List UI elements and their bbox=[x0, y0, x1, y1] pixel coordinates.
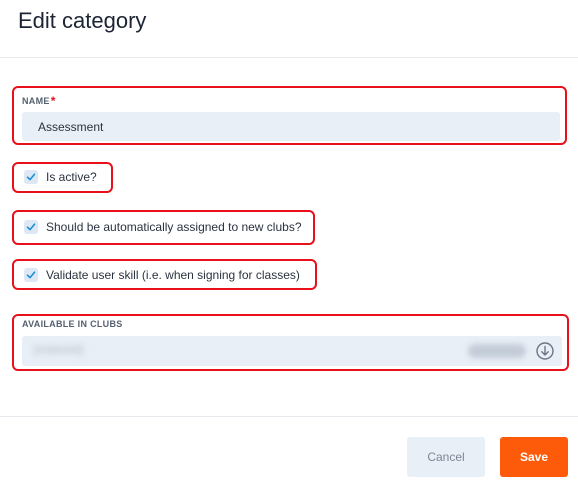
auto-assign-checkbox-row[interactable]: Should be automatically assigned to new … bbox=[24, 218, 302, 236]
check-icon bbox=[26, 271, 36, 279]
name-input[interactable] bbox=[22, 112, 560, 141]
validate-skill-checkbox[interactable] bbox=[24, 268, 38, 282]
header-divider bbox=[0, 57, 578, 58]
dialog-title: Edit category bbox=[18, 8, 147, 33]
clubs-select-value: [redacted] bbox=[34, 344, 83, 356]
save-button[interactable]: Save bbox=[500, 437, 568, 477]
circle-arrow-down-icon[interactable] bbox=[534, 340, 556, 362]
clubs-count-badge bbox=[468, 344, 526, 358]
is-active-checkbox-row[interactable]: Is active? bbox=[24, 168, 97, 186]
footer-divider bbox=[0, 416, 578, 417]
edit-category-dialog: Edit category NAME* Is active? Should be… bbox=[0, 0, 578, 484]
check-icon bbox=[26, 173, 36, 181]
clubs-select[interactable]: [redacted] bbox=[22, 336, 562, 366]
name-field-label: NAME bbox=[22, 96, 50, 106]
validate-skill-label: Validate user skill (i.e. when signing f… bbox=[46, 268, 300, 282]
auto-assign-checkbox[interactable] bbox=[24, 220, 38, 234]
clubs-field-label: AVAILABLE IN CLUBS bbox=[22, 319, 123, 329]
auto-assign-label: Should be automatically assigned to new … bbox=[46, 220, 302, 234]
validate-skill-checkbox-row[interactable]: Validate user skill (i.e. when signing f… bbox=[24, 266, 300, 284]
check-icon bbox=[26, 223, 36, 231]
cancel-button[interactable]: Cancel bbox=[407, 437, 485, 477]
is-active-label: Is active? bbox=[46, 170, 97, 184]
name-field-label-wrap: NAME* bbox=[22, 94, 56, 108]
is-active-checkbox[interactable] bbox=[24, 170, 38, 184]
required-marker: * bbox=[50, 94, 56, 108]
